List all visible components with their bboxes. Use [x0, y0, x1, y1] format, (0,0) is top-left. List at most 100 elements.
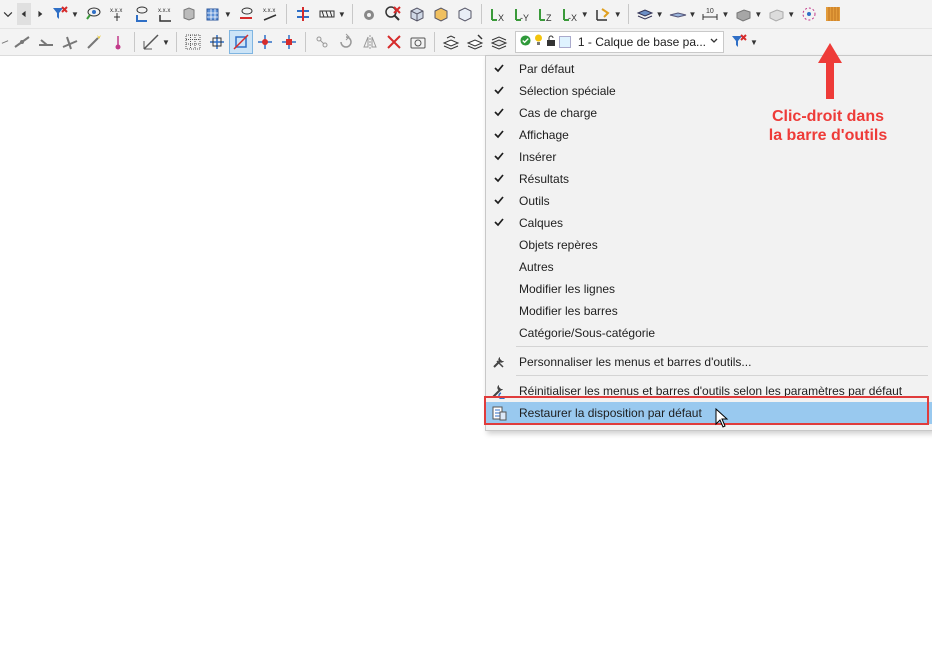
toolbar-separator	[304, 32, 306, 52]
menu-item-label: Objets repères	[519, 238, 598, 252]
snap-grid-icon[interactable]	[206, 31, 228, 53]
magic-wand-icon[interactable]	[83, 31, 105, 53]
screenshot-icon[interactable]	[407, 31, 429, 53]
scroll-right-icon[interactable]	[33, 3, 47, 25]
view-load-icon[interactable]	[130, 3, 152, 25]
texture-icon[interactable]	[822, 3, 844, 25]
menu-item-outils[interactable]: Outils	[486, 190, 932, 212]
dropdown-arrow-icon[interactable]: ▼	[750, 38, 758, 47]
nodes-xxx-icon[interactable]: x.x.x	[106, 3, 128, 25]
menu-item-calques[interactable]: Calques	[486, 212, 932, 234]
view-iso-icon[interactable]	[406, 3, 428, 25]
toolbar-separator	[480, 4, 482, 24]
svg-text:x.x.x: x.x.x	[263, 8, 275, 14]
toolbar-separator	[285, 4, 287, 24]
layer-combo[interactable]: 1 - Calque de base pa...	[514, 31, 725, 53]
axis-neg-x-icon[interactable]: -X	[559, 3, 581, 25]
menu-item-label: Par défaut	[519, 62, 575, 76]
menu-item-label: Catégorie/Sous-catégorie	[519, 326, 656, 340]
beam-grid-icon[interactable]	[316, 3, 338, 25]
chevron-down-icon[interactable]	[1, 3, 15, 25]
settings-gear-icon[interactable]	[358, 3, 380, 25]
menu-item-selection-speciale[interactable]: Sélection spéciale	[486, 80, 932, 102]
annotation-text: Clic-droit dans la barre d'outils	[757, 107, 899, 145]
menu-separator	[516, 346, 928, 347]
unlock-icon	[546, 33, 556, 51]
grid-icon[interactable]	[182, 31, 204, 53]
toolbar-separator	[351, 4, 353, 24]
menu-item-par-defaut[interactable]: Par défaut	[486, 58, 932, 80]
dimension-tool-icon[interactable]	[140, 31, 162, 53]
dropdown-arrow-icon[interactable]: ▼	[338, 10, 346, 19]
dropdown-arrow-icon[interactable]: ▼	[787, 10, 795, 19]
menu-item-inserer[interactable]: Insérer	[486, 146, 932, 168]
snap-object-icon[interactable]	[228, 30, 253, 54]
dropdown-arrow-icon[interactable]: ▼	[721, 10, 729, 19]
dropdown-arrow-icon[interactable]: ▼	[689, 10, 697, 19]
mesh-nodes-icon[interactable]	[798, 3, 820, 25]
filter-clear-icon[interactable]	[728, 31, 750, 53]
layers-edit-icon[interactable]	[464, 31, 486, 53]
menu-item-resultats[interactable]: Résultats	[486, 168, 932, 190]
view-front-icon[interactable]	[430, 3, 452, 25]
extend-line-icon[interactable]	[35, 31, 57, 53]
axis-z-icon[interactable]: Z	[535, 3, 557, 25]
toolbar-separator	[134, 32, 135, 52]
line-tool-icon[interactable]	[11, 31, 33, 53]
chevron-down-icon[interactable]	[709, 33, 719, 51]
view-plane-icon[interactable]	[235, 3, 257, 25]
zoom-cancel-icon[interactable]	[382, 3, 404, 25]
axis-neg-y-icon[interactable]: -Y	[511, 3, 533, 25]
display-plane-icon[interactable]	[667, 3, 689, 25]
layers-stack-icon[interactable]	[488, 31, 510, 53]
svg-text:x.x.x: x.x.x	[158, 8, 170, 14]
solid-icon[interactable]	[178, 3, 200, 25]
layers-icon[interactable]	[440, 31, 462, 53]
display-surfaces-icon[interactable]	[634, 3, 656, 25]
values-xxx-icon[interactable]: x.x.x	[154, 3, 176, 25]
mesh-icon[interactable]	[202, 3, 224, 25]
rotate-icon[interactable]	[335, 31, 357, 53]
check-icon	[493, 62, 505, 74]
menu-item-categorie[interactable]: Catégorie/Sous-catégorie	[486, 322, 932, 344]
dropdown-arrow-icon[interactable]: ▼	[224, 10, 232, 19]
lightbulb-icon	[534, 33, 543, 51]
visibility-icon[interactable]	[82, 3, 104, 25]
trim-line-icon[interactable]	[59, 31, 81, 53]
menu-item-objets-reperes[interactable]: Objets repères	[486, 234, 932, 256]
main-toolbar-bottom: ▼ 1 - Calque de base pa... ▼	[0, 29, 932, 56]
check-icon	[493, 84, 505, 96]
dropdown-arrow-icon[interactable]: ▼	[614, 10, 622, 19]
menu-item-label: Autres	[519, 260, 554, 274]
menu-item-modifier-barres[interactable]: Modifier les barres	[486, 300, 932, 322]
scroll-left-icon[interactable]	[17, 3, 31, 25]
dropdown-arrow-icon[interactable]: ▼	[656, 10, 664, 19]
menu-item-personnaliser[interactable]: Personnaliser les menus et barres d'outi…	[486, 351, 932, 373]
render-transparent-icon[interactable]	[765, 3, 787, 25]
connect-icon[interactable]	[311, 31, 333, 53]
check-icon	[493, 172, 505, 184]
snap-intersection-icon[interactable]	[254, 31, 276, 53]
axis-x-icon[interactable]: X	[487, 3, 509, 25]
dropdown-arrow-icon[interactable]: ▼	[71, 10, 79, 19]
pin-icon[interactable]	[107, 31, 129, 53]
isometric-view-icon[interactable]	[592, 3, 614, 25]
render-solid-icon[interactable]	[732, 3, 754, 25]
menu-item-autres[interactable]: Autres	[486, 256, 932, 278]
check-icon	[493, 194, 505, 206]
mirror-icon[interactable]	[359, 31, 381, 53]
dropdown-arrow-icon[interactable]: ▼	[581, 10, 589, 19]
dropdown-arrow-icon[interactable]: ▼	[162, 38, 170, 47]
dropdown-arrow-icon[interactable]: ▼	[754, 10, 762, 19]
numbering-xxx-icon[interactable]: x.x.x	[259, 3, 281, 25]
snap-midpoint-icon[interactable]	[278, 31, 300, 53]
draw-line-icon[interactable]	[1, 31, 9, 53]
view-side-icon[interactable]	[454, 3, 476, 25]
menu-item-modifier-lignes[interactable]: Modifier les lignes	[486, 278, 932, 300]
check-icon	[493, 128, 505, 140]
section-cut-icon[interactable]	[292, 3, 314, 25]
filter-clear-icon[interactable]	[49, 3, 71, 25]
check-icon	[493, 106, 505, 118]
delete-icon[interactable]	[383, 31, 405, 53]
dimension-10-icon[interactable]: 10	[699, 3, 721, 25]
